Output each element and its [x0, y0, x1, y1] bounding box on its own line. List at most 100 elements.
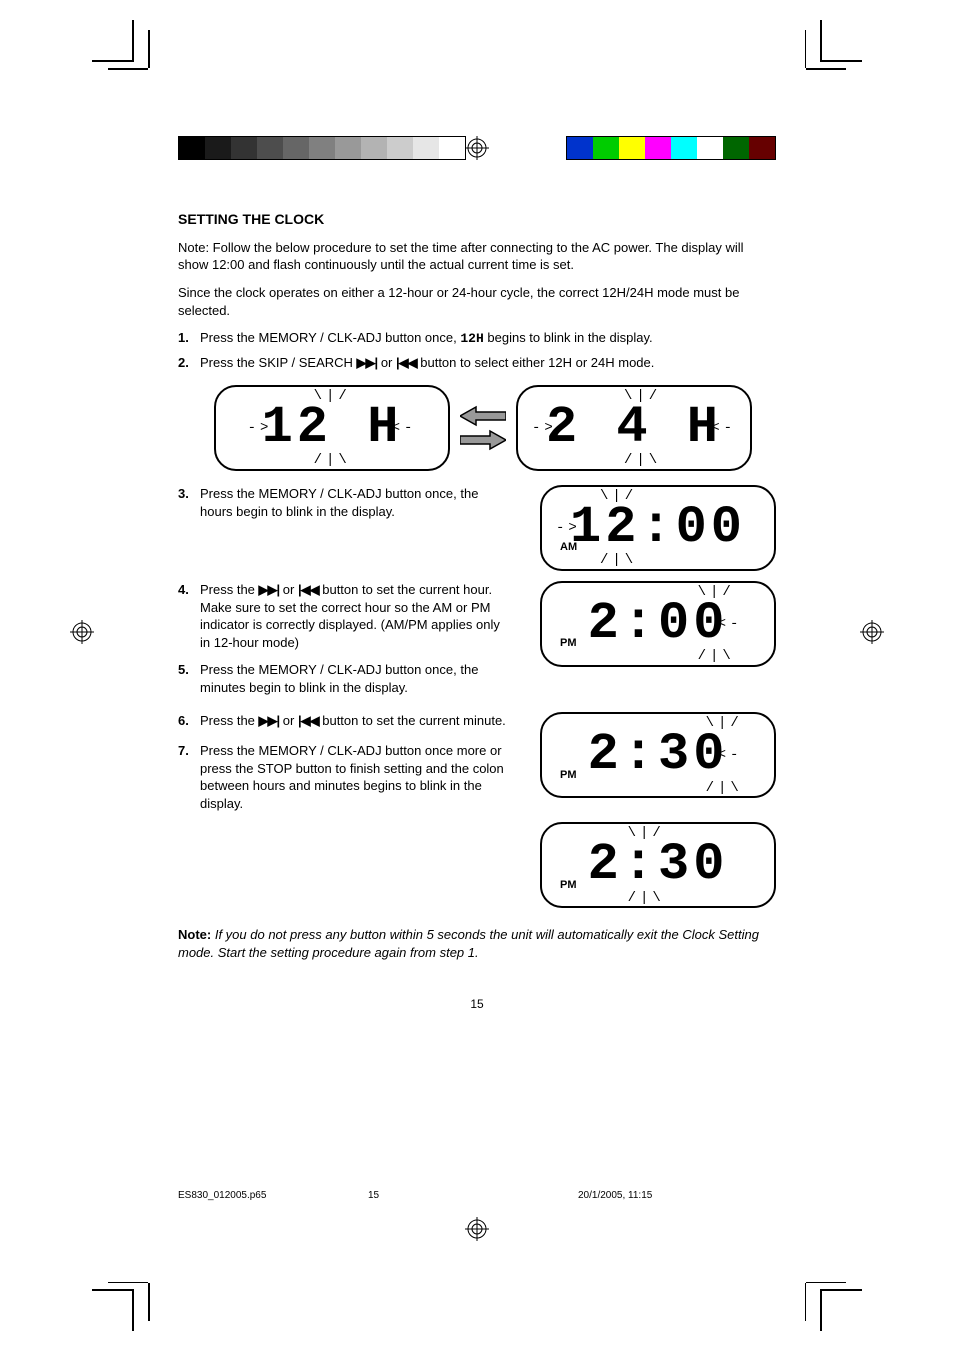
lcd-200: PM \|/ 2:00 /|\ <-	[540, 581, 776, 667]
crop-mark	[820, 60, 862, 62]
step-4: 4. Press the ▶▶| or |◀◀ button to set th…	[178, 581, 506, 651]
lcd-12h: -> \|/ 12 H /|\ <-	[214, 385, 450, 471]
step-text: Press the ▶▶| or |◀◀ button to set the c…	[200, 712, 506, 730]
step-1: 1. Press the MEMORY / CLK-ADJ button onc…	[178, 329, 776, 348]
skip-forward-icon: ▶▶|	[357, 355, 378, 370]
crop-mark	[806, 68, 846, 70]
color-calibration-bar	[566, 136, 776, 160]
crop-mark	[820, 1291, 822, 1331]
intro-paragraph-2: Since the clock operates on either a 12-…	[178, 284, 776, 319]
step-text: Press the ▶▶| or |◀◀ button to set the c…	[200, 581, 506, 651]
crop-mark	[820, 1289, 862, 1291]
ampm-indicator: PM	[560, 878, 577, 893]
step-6-row: 6. Press the ▶▶| or |◀◀ button to set th…	[178, 712, 776, 908]
step-text-b: or	[283, 713, 298, 728]
step-number: 3.	[178, 485, 200, 520]
blink-indicator-icon: \|/	[314, 389, 351, 403]
crop-mark	[92, 1289, 134, 1291]
lcd-mode-row: -> \|/ 12 H /|\ <- -> \|/ 2 4 H /|\ <-	[214, 385, 776, 471]
skip-forward-icon: ▶▶|	[259, 582, 280, 597]
step-text-a: Press the	[200, 713, 259, 728]
step-text-b: or	[283, 582, 298, 597]
blink-indicator-icon: /|\	[628, 891, 665, 905]
blink-indicator-icon: /|\	[600, 553, 637, 567]
step-text-c: button to set the current minute.	[322, 713, 506, 728]
crop-mark	[108, 1282, 148, 1284]
ampm-indicator: PM	[560, 768, 577, 783]
lcd-value: 2:00	[588, 594, 729, 653]
step-number: 5.	[178, 661, 200, 696]
blink-indicator-icon: ->	[248, 421, 273, 435]
registration-icon	[860, 620, 884, 644]
registration-icon	[465, 1217, 489, 1241]
step-4-row: 4. Press the ▶▶| or |◀◀ button to set th…	[178, 581, 776, 702]
footer-filename: ES830_012005.p65	[178, 1190, 266, 1201]
lcd-230-final: PM \|/ 2:30 /|\	[540, 822, 776, 908]
grayscale-calibration-bar	[178, 136, 466, 160]
crop-mark	[92, 60, 134, 62]
step-text: Press the MEMORY / CLK-ADJ button once, …	[200, 485, 506, 520]
step-2: 2. Press the SKIP / SEARCH ▶▶| or |◀◀ bu…	[178, 354, 776, 372]
page-content: SETTING THE CLOCK Note: Follow the below…	[178, 210, 776, 1012]
footer-page: 15	[368, 1190, 379, 1201]
note-label: Note:	[178, 927, 211, 942]
lcd-value: 12 H	[262, 398, 403, 457]
step-text-c: button to select either 12H or 24H mode.	[420, 355, 654, 370]
blink-indicator-icon: /|\	[624, 453, 661, 467]
page-number: 15	[178, 996, 776, 1012]
blink-indicator-icon: <-	[718, 748, 743, 762]
step-number: 7.	[178, 742, 200, 812]
crop-mark	[108, 68, 148, 70]
step-number: 4.	[178, 581, 200, 651]
step-3: 3. Press the MEMORY / CLK-ADJ button onc…	[178, 485, 506, 520]
skip-back-icon: |◀◀	[396, 355, 417, 370]
lcd-1200: AM -> \|/ 12:00 /|\	[540, 485, 776, 571]
step-3-row: 3. Press the MEMORY / CLK-ADJ button onc…	[178, 485, 776, 571]
crop-mark	[820, 20, 822, 60]
step-5: 5. Press the MEMORY / CLK-ADJ button onc…	[178, 661, 506, 696]
section-title: SETTING THE CLOCK	[178, 210, 776, 229]
step-text-a: Press the MEMORY / CLK-ADJ button once,	[200, 330, 460, 345]
blink-indicator-icon: \|/	[624, 389, 661, 403]
crop-mark	[806, 1282, 846, 1284]
arrow-right-icon	[460, 429, 506, 451]
intro-paragraph-1: Note: Follow the below procedure to set …	[178, 239, 776, 274]
blink-indicator-icon: /|\	[314, 453, 351, 467]
step-text-a: Press the	[200, 582, 259, 597]
registration-icon	[465, 136, 489, 160]
step-number: 1.	[178, 329, 200, 348]
blink-indicator-icon: <-	[718, 617, 743, 631]
lcd-inline-value: 12H	[460, 331, 483, 346]
step-text-a: Press the SKIP / SEARCH	[200, 355, 357, 370]
step-text-b: begins to blink in the display.	[487, 330, 652, 345]
note-text: If you do not press any button within 5 …	[178, 927, 759, 960]
step-number: 6.	[178, 712, 200, 730]
skip-forward-icon: ▶▶|	[259, 713, 280, 728]
lcd-value: 2:30	[588, 725, 729, 784]
crop-mark	[132, 20, 134, 60]
registration-icon	[70, 620, 94, 644]
blink-indicator-icon: \|/	[706, 716, 743, 730]
crop-mark	[805, 30, 807, 68]
note-paragraph: Note: If you do not press any button wit…	[178, 926, 776, 961]
crop-mark	[132, 1291, 134, 1331]
step-text: Press the MEMORY / CLK-ADJ button once, …	[200, 329, 776, 348]
skip-back-icon: |◀◀	[298, 582, 319, 597]
blink-indicator-icon: \|/	[698, 585, 735, 599]
arrow-left-icon	[460, 405, 506, 427]
lcd-24h: -> \|/ 2 4 H /|\ <-	[516, 385, 752, 471]
step-text: Press the MEMORY / CLK-ADJ button once m…	[200, 742, 506, 812]
step-text-b: or	[381, 355, 396, 370]
skip-back-icon: |◀◀	[298, 713, 319, 728]
step-7: 7. Press the MEMORY / CLK-ADJ button onc…	[178, 742, 506, 812]
blink-indicator-icon: /|\	[698, 649, 735, 663]
blink-indicator-icon: ->	[532, 421, 557, 435]
step-6: 6. Press the ▶▶| or |◀◀ button to set th…	[178, 712, 506, 730]
step-number: 2.	[178, 354, 200, 372]
crop-mark	[148, 30, 150, 68]
blink-indicator-icon: /|\	[706, 781, 743, 795]
crop-mark	[805, 1283, 807, 1321]
footer-date: 20/1/2005, 11:15	[578, 1190, 652, 1201]
blink-indicator-icon: \|/	[600, 489, 637, 503]
print-footer: ES830_012005.p65 15 20/1/2005, 11:15	[178, 1190, 776, 1201]
